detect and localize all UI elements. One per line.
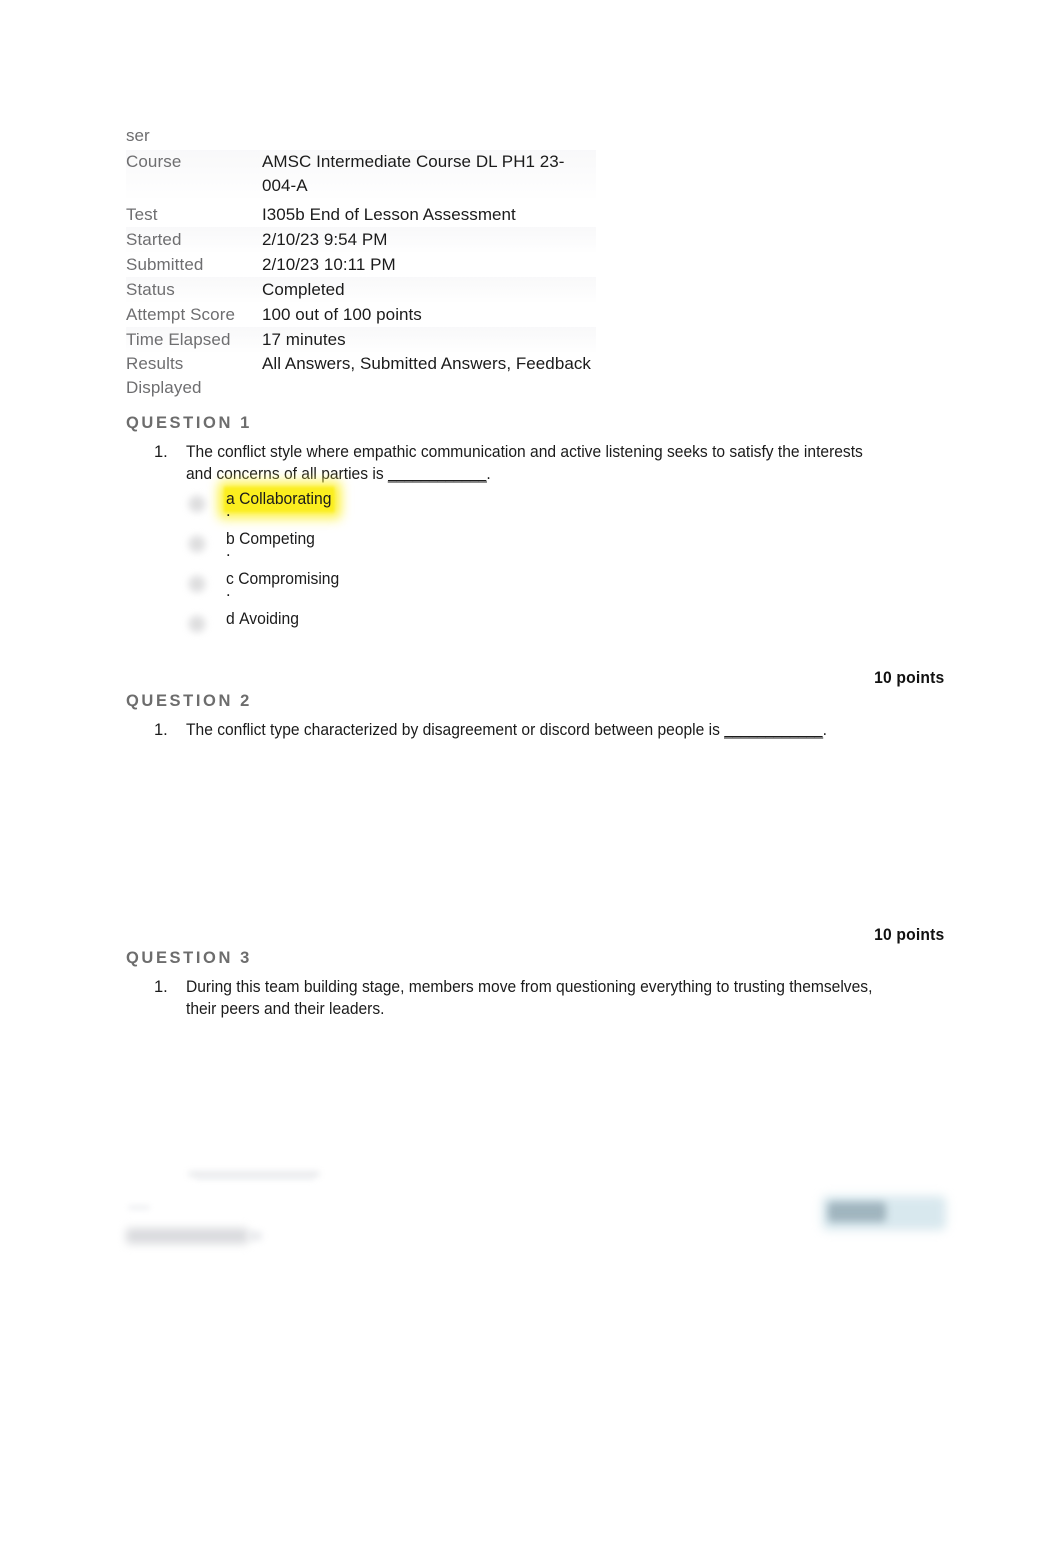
question-2-text: The conflict type characterized by disag… (186, 721, 827, 739)
question-1-points: 10 points (873, 668, 944, 687)
question-1-options: a Collaborating . b Competing . c Compro… (186, 482, 686, 646)
summary-value: 2/10/23 10:11 PM (262, 255, 396, 274)
selected-answer-highlight: a Collaborating (218, 482, 341, 518)
option-a-text: Collaborating (239, 490, 332, 508)
question-2-number: 1. (154, 721, 168, 739)
redacted-footer-text (126, 1228, 248, 1244)
summary-row: Test I305b End of Lesson Assessment (126, 202, 596, 227)
option-d[interactable]: d Avoiding (186, 606, 686, 646)
summary-label: Course (126, 152, 182, 171)
option-d-text: Avoiding (239, 610, 299, 628)
option-a[interactable]: a Collaborating . (186, 482, 686, 526)
summary-label: Test (126, 205, 158, 224)
summary-row: Started 2/10/23 9:54 PM (126, 227, 596, 252)
option-a-trailing: . (226, 502, 231, 520)
assessment-review-page: ser Course AMSC Intermediate Course DL P… (0, 0, 1062, 1556)
radio-button-icon[interactable] (186, 573, 208, 595)
attempt-summary-table: Course AMSC Intermediate Course DL PH1 2… (126, 120, 596, 400)
redacted-faint-line-2 (196, 1176, 314, 1180)
summary-value: I305b End of Lesson Assessment (262, 205, 516, 224)
summary-value: 2/10/23 9:54 PM (262, 230, 388, 249)
option-c-label: c Compromising (226, 566, 339, 592)
redacted-footer-text-tail (248, 1231, 262, 1241)
question-3-number: 1. (154, 978, 168, 996)
option-b-label: b Competing (226, 526, 315, 552)
summary-label: Started (126, 230, 182, 249)
summary-value: 17 minutes (262, 330, 346, 349)
question-1-item: 1. The conflict style where empathic com… (154, 442, 934, 485)
summary-label: Time Elapsed (126, 330, 231, 349)
summary-row: Course AMSC Intermediate Course DL PH1 2… (126, 150, 596, 198)
question-3-text: During this team building stage, members… (186, 978, 873, 1018)
redacted-button-label (828, 1202, 886, 1222)
summary-value: 100 out of 100 points (262, 305, 422, 324)
option-c-trailing: . (226, 582, 231, 600)
summary-label: Status (126, 280, 175, 299)
option-a-label: a Collaborating (218, 482, 341, 518)
question-3-heading: QUESTION 3 (126, 949, 252, 967)
option-d-letter: d (226, 610, 235, 628)
question-3-body: 1. During this team building stage, memb… (154, 977, 934, 1020)
option-b[interactable]: b Competing . (186, 526, 686, 566)
summary-value: AMSC Intermediate Course DL PH1 23-004-A (262, 152, 565, 195)
summary-label: Attempt Score (126, 305, 236, 324)
summary-row: Status Completed (126, 277, 596, 302)
option-c[interactable]: c Compromising . (186, 566, 686, 606)
radio-button-icon[interactable] (186, 533, 208, 555)
fill-in-blank: ____________ (387, 464, 487, 483)
option-d-label: d Avoiding (226, 606, 299, 632)
summary-row: Attempt Score 100 out of 100 points (126, 302, 596, 327)
summary-label: Results Displayed (126, 354, 202, 397)
question-2-body: 1. The conflict type characterized by di… (154, 720, 934, 742)
radio-button-icon[interactable] (186, 493, 208, 515)
question-1-body: 1. The conflict style where empathic com… (154, 442, 934, 485)
question-2-points: 10 points (873, 925, 944, 944)
question-1-number: 1. (154, 443, 168, 461)
option-c-text: Compromising (238, 570, 340, 588)
option-b-trailing: . (226, 542, 231, 560)
summary-row: Time Elapsed 17 minutes (126, 327, 596, 352)
question-3-item: 1. During this team building stage, memb… (154, 977, 934, 1020)
question-1-text: The conflict style where empathic commun… (186, 443, 863, 483)
question-1-heading: QUESTION 1 (126, 414, 252, 432)
radio-button-icon[interactable] (186, 613, 208, 635)
summary-value: Completed (262, 280, 345, 299)
redacted-small-mark (128, 1205, 150, 1210)
fill-in-blank: ____________ (724, 721, 823, 739)
summary-row: Results Displayed All Answers, Submitted… (126, 352, 596, 400)
question-2-heading: QUESTION 2 (126, 692, 252, 710)
summary-row: Submitted 2/10/23 10:11 PM (126, 252, 596, 277)
summary-value: All Answers, Submitted Answers, Feedback (262, 354, 591, 373)
summary-label: Submitted (126, 255, 204, 274)
option-b-text: Competing (239, 530, 315, 548)
question-2-item: 1. The conflict type characterized by di… (154, 720, 934, 742)
